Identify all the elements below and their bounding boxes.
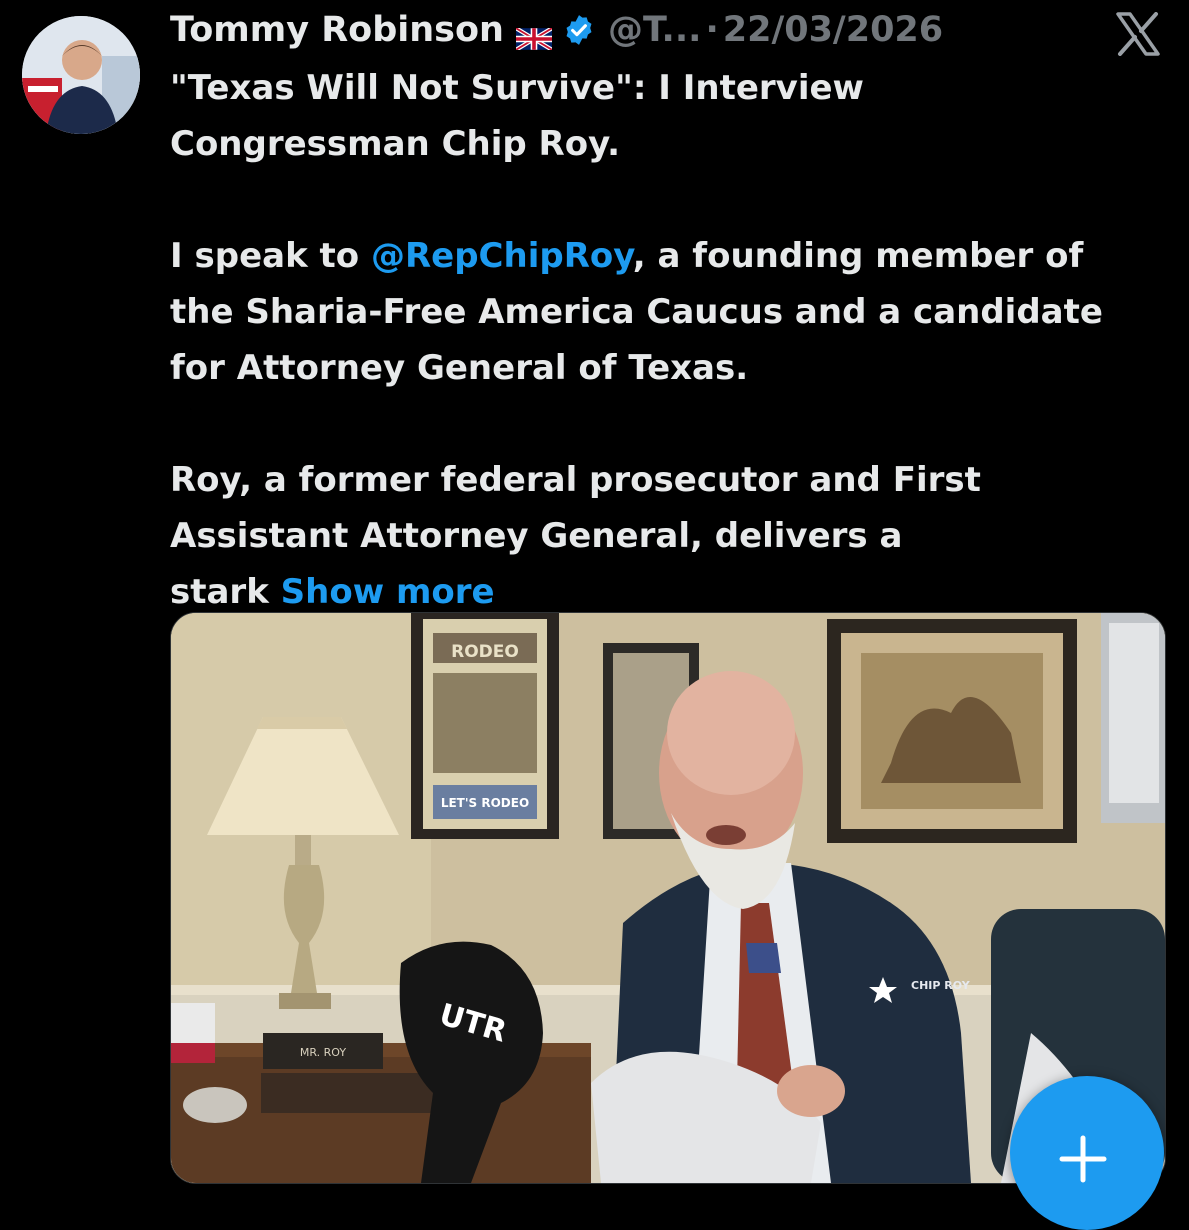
uk-flag-icon: [514, 19, 554, 52]
tweet-media-video[interactable]: RODEO LET'S RODEO MR. ROY CHIP ROY UTR: [170, 612, 1166, 1184]
tweet-title-line-1: "Texas Will Not Survive": I Interview: [170, 68, 864, 108]
tweet-paragraph-2-line-3: for Attorney General of Texas.: [170, 348, 749, 388]
tweet-paragraph-3-line-2: Assistant Attorney General, delivers a: [170, 516, 903, 556]
compose-fab-button[interactable]: [1010, 1076, 1164, 1230]
nameplate-text: MR. ROY: [300, 1046, 346, 1059]
poster-title: RODEO: [451, 642, 519, 662]
show-more-link[interactable]: Show more: [281, 572, 495, 612]
video-frame: RODEO LET'S RODEO MR. ROY CHIP ROY UTR: [171, 613, 1165, 1183]
x-logo-icon[interactable]: [1115, 12, 1161, 56]
text-fragment: , a founding member of: [632, 236, 1084, 276]
avatar-image: [22, 16, 140, 134]
text-fragment: stark: [170, 572, 281, 612]
tweet-paragraph-2-line-2: the Sharia-Free America Caucus and a can…: [170, 292, 1103, 332]
tweet-header: Tommy Robinson @T... · 22/03/2026: [170, 6, 943, 54]
tweet-title-line-2: Congressman Chip Roy.: [170, 124, 621, 164]
timestamp[interactable]: 22/03/2026: [723, 10, 943, 50]
plus-icon: [1059, 1135, 1107, 1183]
mention-link[interactable]: @RepChipRoy: [371, 236, 633, 276]
tweet-paragraph-2-line-1: I speak to @RepChipRoy, a founding membe…: [170, 228, 1160, 284]
tweet-paragraph-3-line-1: Roy, a former federal prosecutor and Fir…: [170, 460, 981, 500]
vest-logo-text: CHIP ROY: [911, 979, 971, 992]
avatar[interactable]: [22, 16, 140, 134]
text-fragment: I speak to: [170, 236, 371, 276]
poster-subtitle: LET'S RODEO: [441, 796, 529, 810]
separator-dot: ·: [705, 10, 719, 50]
verified-badge-icon[interactable]: [562, 13, 596, 47]
handle[interactable]: @T...: [608, 10, 701, 50]
tweet-body: "Texas Will Not Survive": I Interview Co…: [170, 60, 1160, 620]
display-name[interactable]: Tommy Robinson: [170, 10, 504, 50]
